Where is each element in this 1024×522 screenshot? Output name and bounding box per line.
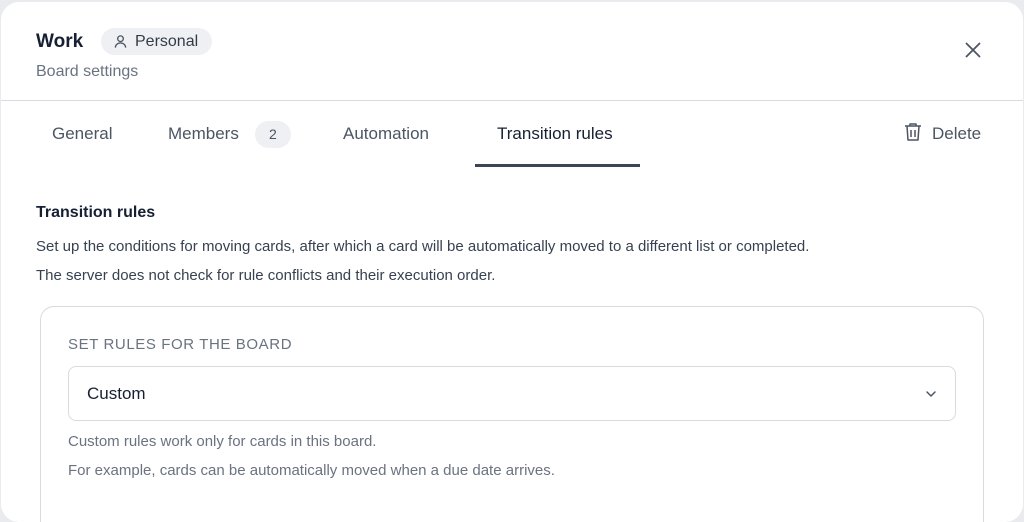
board-settings-modal: Work Personal Board settings General Mem…	[1, 2, 1023, 522]
rules-mode-select[interactable]: Custom	[68, 366, 956, 421]
tab-members[interactable]: Members 2	[168, 101, 291, 167]
settings-tabs: General Members 2 Automation Transition …	[1, 101, 1023, 167]
close-button[interactable]	[959, 38, 987, 66]
personal-badge: Personal	[101, 28, 213, 55]
tab-label: Members	[168, 124, 239, 143]
tab-general[interactable]: General	[52, 101, 112, 167]
rules-card: SET RULES FOR THE BOARD Custom Custom ru…	[40, 306, 984, 522]
section-description: Set up the conditions for moving cards, …	[36, 238, 810, 255]
modal-header: Work Personal Board settings	[1, 2, 1023, 101]
select-value: Custom	[87, 384, 146, 403]
delete-button[interactable]: Delete	[904, 101, 981, 167]
user-icon	[113, 34, 128, 49]
close-icon	[965, 42, 981, 63]
tab-label: Transition rules	[497, 124, 613, 143]
badge-label: Personal	[135, 32, 199, 50]
tab-label: Automation	[343, 124, 429, 143]
board-subtitle: Board settings	[36, 63, 139, 80]
section-title: Transition rules	[36, 204, 156, 221]
members-count-badge: 2	[254, 120, 291, 148]
active-tab-indicator	[475, 164, 640, 167]
rules-card-label: SET RULES FOR THE BOARD	[68, 336, 293, 353]
tab-label: General	[52, 124, 113, 143]
rules-hint: For example, cards can be automatically …	[68, 462, 555, 479]
trash-icon	[904, 122, 922, 147]
rules-hint: Custom rules work only for cards in this…	[68, 433, 377, 450]
chevron-down-icon	[925, 387, 937, 405]
board-title: Work	[36, 31, 84, 52]
tab-automation[interactable]: Automation	[343, 101, 429, 167]
tab-transition-rules[interactable]: Transition rules	[497, 101, 613, 167]
delete-label: Delete	[932, 124, 982, 143]
section-description: The server does not check for rule confl…	[36, 267, 496, 284]
